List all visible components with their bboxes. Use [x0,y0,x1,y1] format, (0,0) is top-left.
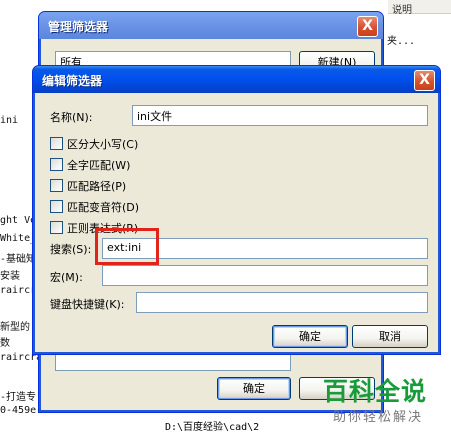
close-icon[interactable]: X [357,16,378,37]
name-input[interactable]: ini文件 [132,105,428,126]
edit-ok-button[interactable]: 确定 [272,325,348,348]
checkbox-icon[interactable] [50,179,63,192]
list-item: White_ [0,233,37,244]
edit-filter-titlebar[interactable]: 编辑筛选器 [33,66,440,93]
watermark-title: 百科全说 [323,377,428,406]
manage-filters-titlebar[interactable]: 管理筛选器 [39,12,383,39]
list-item: 数 [0,338,10,349]
list-item: -打造专 [0,392,37,403]
macro-label: 宏(M): [50,271,83,284]
edit-filter-title: 编辑筛选器 [42,74,103,88]
close-icon[interactable]: X [414,70,435,91]
checkbox-icon[interactable] [50,158,63,171]
manage-ok-button[interactable]: 确定 [217,377,291,400]
search-highlight-box [95,228,159,265]
option-checkbox[interactable]: 区分大小写(C) [50,136,139,151]
checkbox-icon[interactable] [50,221,63,234]
option-checkbox[interactable]: 全字匹配(W) [50,157,131,172]
search-label: 搜索(S): [50,243,92,256]
list-item: -基础知 [0,254,37,265]
list-item: 夹... [387,36,416,47]
edit-filter-dialog: 编辑筛选器 X 名称(N): ini文件 区分大小写(C) 全字匹配(W) 匹配路径… [32,65,441,355]
watermark-subtitle: 助你轻松解决 [333,410,424,425]
hotkey-input[interactable] [136,292,428,313]
list-item: 安装 [0,271,20,282]
option-checkbox[interactable]: 匹配路径(P) [50,178,127,193]
status-path: D:\百度经验\cad\2 [165,422,260,433]
option-label: 区分大小写(C) [67,138,139,151]
list-item: 0-459e- [0,405,43,416]
watermark-logo: 百科全说 助你轻松解决 [321,370,451,435]
option-label: 全字匹配(W) [67,159,131,172]
hotkey-label: 键盘快捷键(K): [50,298,125,311]
option-label: 匹配路径(P) [67,180,127,193]
option-checkbox[interactable]: 匹配变音符(D) [50,199,140,214]
list-item: 新型的 [0,322,30,333]
checkbox-icon[interactable] [50,200,63,213]
name-label: 名称(N): [50,111,93,124]
column-header-label: 说明 [392,5,412,16]
edit-cancel-button[interactable]: 取消 [352,325,428,348]
option-label: 匹配变音符(D) [67,201,140,214]
edit-filter-body: 名称(N): ini文件 区分大小写(C) 全字匹配(W) 匹配路径(P) 匹配变音符… [36,93,437,351]
manage-filters-title: 管理筛选器 [48,20,109,34]
macro-input[interactable] [102,265,428,286]
checkbox-icon[interactable] [50,137,63,150]
column-header: 说明 [388,0,451,16]
list-item: ini [0,115,19,126]
